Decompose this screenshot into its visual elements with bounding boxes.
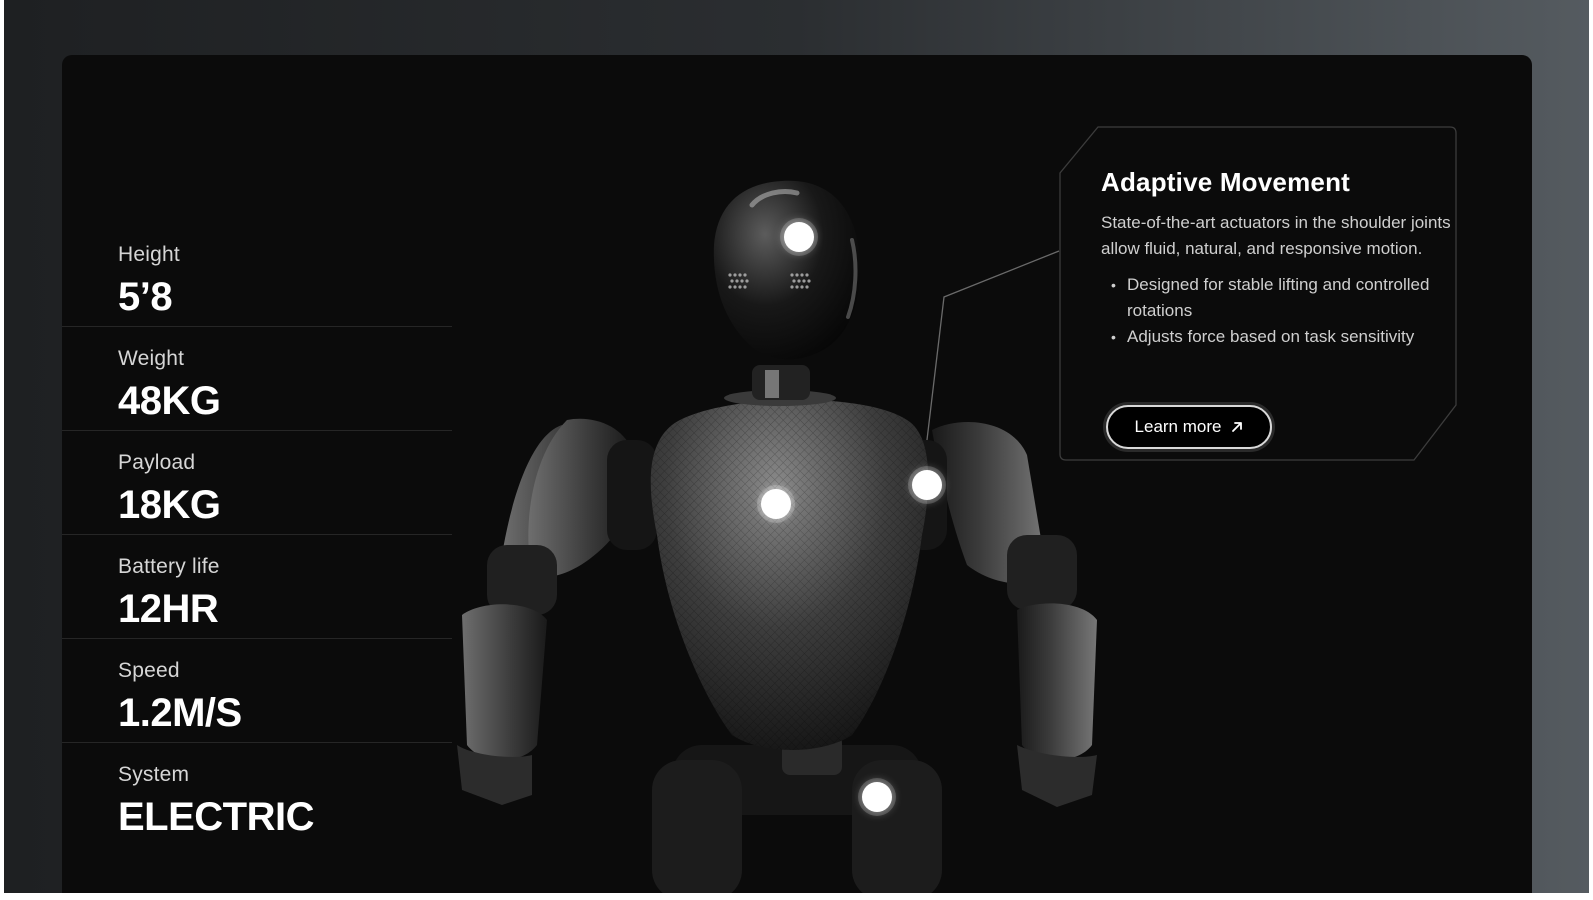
list-item: Adjusts force based on task sensitivity: [1101, 324, 1471, 350]
spec-value: 18KG: [118, 483, 221, 527]
feature-callout: Adaptive Movement State-of-the-art actua…: [1101, 167, 1471, 350]
spec-label: Weight: [118, 347, 185, 370]
head-hotspot[interactable]: [784, 222, 814, 252]
spec-value: 12HR: [118, 587, 219, 631]
spec-list: Height 5’8 Weight 48KG Payload 18KG Batt…: [62, 223, 452, 847]
spec-value: 48KG: [118, 379, 221, 423]
spec-label: Height: [118, 243, 180, 266]
spec-label: Battery life: [118, 555, 220, 578]
spec-label: System: [118, 763, 190, 786]
arrow-up-right-icon: [1232, 422, 1243, 432]
spec-weight: Weight 48KG: [62, 327, 452, 431]
shoulder-hotspot[interactable]: [912, 470, 942, 500]
spec-speed: Speed 1.2M/S: [62, 639, 452, 743]
learn-more-button[interactable]: Learn more: [1106, 405, 1272, 449]
spec-payload: Payload 18KG: [62, 431, 452, 535]
spec-value: 5’8: [118, 275, 173, 319]
spec-height: Height 5’8: [62, 223, 452, 327]
spec-label: Speed: [118, 659, 180, 682]
robot-showcase-panel: Height 5’8 Weight 48KG Payload 18KG Batt…: [62, 55, 1532, 893]
learn-more-label: Learn more: [1134, 417, 1222, 436]
spec-system: System ELECTRIC: [62, 743, 452, 847]
chest-hotspot[interactable]: [761, 489, 791, 519]
callout-title: Adaptive Movement: [1101, 167, 1351, 197]
list-item: Designed for stable lifting and controll…: [1101, 272, 1471, 324]
spec-value: 1.2M/S: [118, 691, 242, 735]
callout-description: State-of-the-art actuators in the should…: [1101, 213, 1451, 258]
page-background: Height 5’8 Weight 48KG Payload 18KG Batt…: [4, 0, 1589, 893]
spec-label: Payload: [118, 451, 196, 474]
spec-value: ELECTRIC: [118, 795, 315, 839]
hip-hotspot[interactable]: [862, 782, 892, 812]
spec-battery-life: Battery life 12HR: [62, 535, 452, 639]
callout-bullet-list: Designed for stable lifting and controll…: [1101, 272, 1471, 350]
